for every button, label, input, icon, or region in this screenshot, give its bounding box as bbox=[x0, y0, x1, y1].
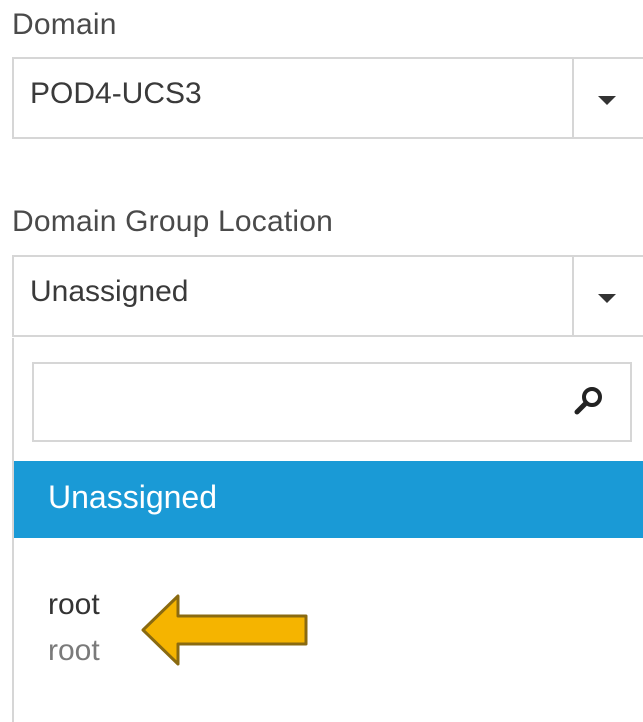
chevron-down-icon bbox=[598, 294, 616, 303]
chevron-down-icon bbox=[598, 96, 616, 105]
dropdown-option-root[interactable]: root root bbox=[14, 574, 643, 684]
domain-group-location-select[interactable]: Unassigned bbox=[12, 255, 643, 337]
dropdown-option-label: root bbox=[48, 588, 100, 621]
domain-select[interactable]: POD4-UCS3 bbox=[12, 57, 643, 139]
domain-group-location-dropdown-toggle[interactable] bbox=[572, 257, 643, 335]
dropdown-option-unassigned[interactable]: Unassigned bbox=[14, 461, 643, 538]
domain-group-location-dropdown: Unassigned root root bbox=[12, 338, 643, 722]
domain-select-value: POD4-UCS3 bbox=[30, 77, 202, 110]
dropdown-search-input[interactable] bbox=[32, 362, 632, 442]
domain-group-location-select-value: Unassigned bbox=[30, 275, 189, 308]
domain-group-location-label: Domain Group Location bbox=[12, 205, 334, 238]
dropdown-option-sublabel: root bbox=[48, 634, 100, 667]
domain-label: Domain bbox=[12, 8, 117, 41]
search-icon[interactable] bbox=[572, 384, 606, 418]
domain-dropdown-toggle[interactable] bbox=[572, 59, 643, 137]
arrow-left-icon bbox=[141, 594, 308, 666]
dropdown-option-label: Unassigned bbox=[48, 479, 217, 515]
